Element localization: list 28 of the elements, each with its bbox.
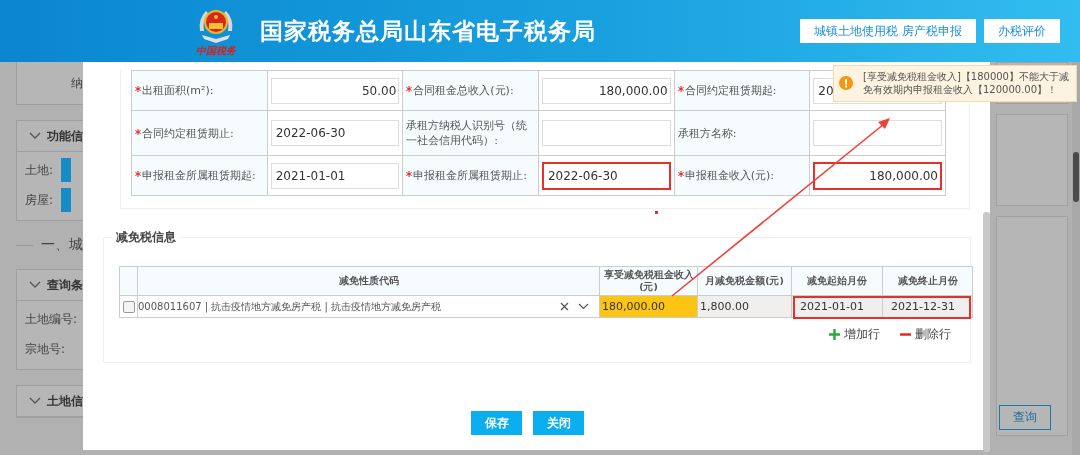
- form-label-text: 合同租金总收入(元):: [413, 84, 514, 97]
- column-header: 减免终止月份: [882, 266, 973, 296]
- column-header: 月减免税金额(元): [697, 266, 792, 296]
- logo-caption: 中国税务: [196, 45, 236, 57]
- field-label: 土地编号:: [25, 310, 78, 328]
- form-label-text: 承租方纳税人识别号（统一社会信用代码）:: [406, 119, 528, 147]
- panel-title: 查询条: [47, 276, 83, 294]
- form-label-text: 出租面积(m²):: [142, 84, 214, 97]
- form-label-text: 承租方名称:: [677, 126, 737, 140]
- field-label: 纳: [71, 74, 83, 92]
- panel-title: 功能信: [47, 127, 83, 145]
- field-label: 房屋:: [25, 191, 54, 209]
- field-label: 土地:: [25, 161, 54, 179]
- select-value: 0008011607 | 抗击疫情地方减免房产税 | 抗击疫情地方减免房产税: [138, 299, 443, 314]
- fieldset-title: 减免税信息: [112, 229, 180, 246]
- section-title: 一、城: [41, 236, 83, 254]
- form-label-text: 申报租金所属租赁期止:: [413, 169, 528, 182]
- column-header: 减免性质代码: [137, 266, 600, 296]
- form-label-text: 合同约定租赁期起:: [684, 84, 777, 97]
- column-header: 减免起始月份: [791, 266, 883, 296]
- field-label: 宗地号:: [25, 340, 66, 358]
- site-title: 国家税务总局山东省电子税务局: [260, 16, 596, 46]
- warning-message: [享受减免税租金收入]【180000】不能大于减免有效期内申报租金收入【120000.00】！: [863, 70, 1070, 96]
- form-label-text: 申报租金收入(元):: [684, 169, 774, 182]
- column-header: 享受减免税租金收入(元): [599, 266, 698, 296]
- panel-title: 土地信: [47, 392, 83, 410]
- form-label-text: 申报租金所属租赁期起:: [142, 169, 256, 182]
- form-label-text: 合同约定租赁期止:: [142, 126, 234, 140]
